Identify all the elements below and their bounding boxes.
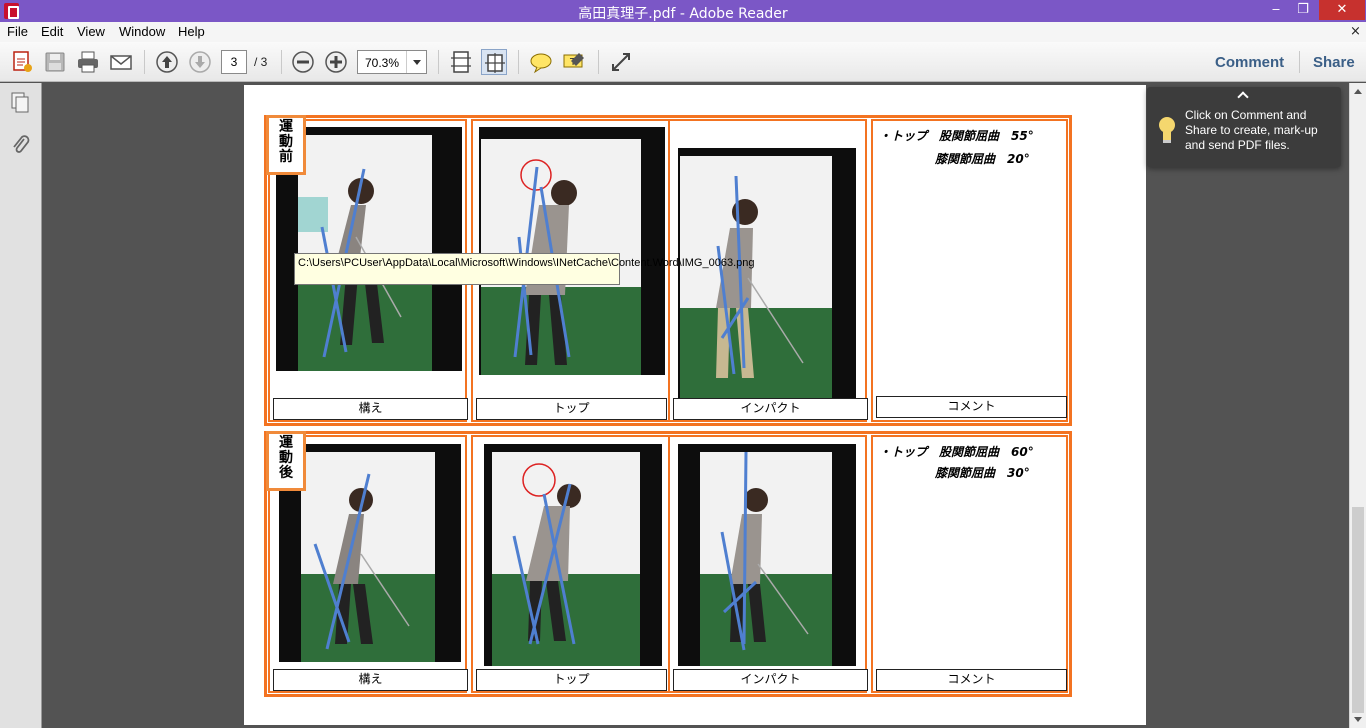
- photo-top-after: [484, 444, 662, 666]
- minimize-button[interactable]: ‒: [1263, 0, 1289, 20]
- email-icon[interactable]: [108, 49, 134, 75]
- comment-knee-after: 膝関節屈曲 30°: [935, 466, 1030, 480]
- cell-top-after: トップ: [471, 435, 670, 693]
- photo-setup-after: [279, 444, 461, 662]
- page-total-label: / 3: [254, 55, 268, 69]
- print-icon[interactable]: [75, 49, 101, 75]
- close-button[interactable]: ✕: [1319, 0, 1365, 20]
- highlight-icon[interactable]: T: [561, 49, 587, 75]
- table-after: 構え トップ インパクト ・トップ 股関節屈曲 60° 膝関節屈曲 30° コメ…: [264, 431, 1072, 697]
- menu-file[interactable]: File: [7, 24, 28, 39]
- scroll-down-icon[interactable]: [1354, 717, 1362, 722]
- zoom-select[interactable]: 70.3%: [357, 50, 427, 74]
- next-page-icon[interactable]: [187, 49, 213, 75]
- maximize-button[interactable]: ❐: [1290, 0, 1316, 20]
- share-pane-button[interactable]: Share: [1313, 54, 1355, 71]
- image-path-tooltip: C:\Users\PCUser\AppData\Local\Microsoft\…: [294, 253, 755, 285]
- read-mode-icon[interactable]: [608, 49, 634, 75]
- zoom-out-icon[interactable]: [290, 49, 316, 75]
- document-view[interactable]: 構え トップ インパクト ・トップ 股関節屈曲 55° 膝関節屈曲 20° コメ…: [42, 83, 1348, 728]
- pages-panel-icon[interactable]: [9, 91, 31, 115]
- vertical-scrollbar[interactable]: [1349, 83, 1366, 728]
- scrollbar-thumb[interactable]: [1352, 507, 1364, 713]
- sticky-note-icon[interactable]: [528, 49, 554, 75]
- caption-top-after: トップ: [476, 669, 667, 691]
- comment-pane-button[interactable]: Comment: [1215, 54, 1284, 71]
- caption-comment-after: コメント: [876, 669, 1067, 691]
- photo-impact-before: [678, 148, 856, 398]
- fit-width-icon[interactable]: [481, 49, 507, 75]
- chevron-down-icon[interactable]: [406, 51, 426, 73]
- photo-impact-after: [678, 444, 856, 666]
- pdf-page: 構え トップ インパクト ・トップ 股関節屈曲 55° 膝関節屈曲 20° コメ…: [244, 85, 1146, 725]
- fit-page-icon[interactable]: [448, 49, 474, 75]
- cell-comment-after: ・トップ 股関節屈曲 60° 膝関節屈曲 30° コメント: [871, 435, 1068, 693]
- caption-setup-before: 構え: [273, 398, 468, 420]
- caption-setup-after: 構え: [273, 669, 468, 691]
- cell-impact-before: インパクト: [668, 119, 868, 422]
- menu-window[interactable]: Window: [119, 24, 165, 39]
- menu-bar: File Edit View Window Help ×: [0, 22, 1366, 42]
- caption-comment-before: コメント: [876, 396, 1067, 418]
- caption-top-before: トップ: [476, 398, 667, 420]
- scroll-up-icon[interactable]: [1354, 89, 1362, 94]
- window-title: 高田真理子.pdf - Adobe Reader: [578, 6, 788, 22]
- cell-comment-before: ・トップ 股関節屈曲 55° 膝関節屈曲 20° コメント: [871, 119, 1068, 422]
- chevron-up-icon[interactable]: [1237, 91, 1249, 103]
- comment-hip-after: ・トップ 股関節屈曲 60°: [879, 445, 1034, 459]
- cell-impact-after: インパクト: [668, 435, 868, 693]
- label-before-exercise: 運 動 前: [266, 115, 306, 175]
- zoom-in-icon[interactable]: [323, 49, 349, 75]
- comment-hip-before: ・トップ 股関節屈曲 55°: [879, 129, 1034, 143]
- title-bar: 高田真理子.pdf - Adobe Reader ‒ ❐ ✕: [0, 0, 1366, 22]
- close-document-button[interactable]: ×: [1350, 24, 1361, 39]
- navigation-pane: [0, 83, 42, 728]
- photo-top-before: [479, 127, 665, 375]
- caption-impact-before: インパクト: [673, 398, 868, 420]
- lightbulb-icon: [1157, 115, 1177, 145]
- previous-page-icon[interactable]: [154, 49, 180, 75]
- create-pdf-icon[interactable]: [9, 49, 35, 75]
- label-after-exercise: 運 動 後: [266, 431, 306, 491]
- menu-help[interactable]: Help: [178, 24, 205, 39]
- hint-text: Click on Comment and Share to create, ma…: [1185, 108, 1318, 152]
- save-icon[interactable]: [42, 49, 68, 75]
- menu-view[interactable]: View: [77, 24, 105, 39]
- comment-share-hint: Click on Comment and Share to create, ma…: [1147, 87, 1341, 167]
- toolbar: 3 / 3 70.3% T Comment Share: [0, 42, 1366, 82]
- caption-impact-after: インパクト: [673, 669, 868, 691]
- menu-edit[interactable]: Edit: [41, 24, 63, 39]
- comment-knee-before: 膝関節屈曲 20°: [935, 152, 1030, 166]
- page-number-input[interactable]: 3: [221, 50, 247, 74]
- zoom-value: 70.3%: [365, 56, 400, 70]
- attachments-panel-icon[interactable]: [9, 133, 31, 157]
